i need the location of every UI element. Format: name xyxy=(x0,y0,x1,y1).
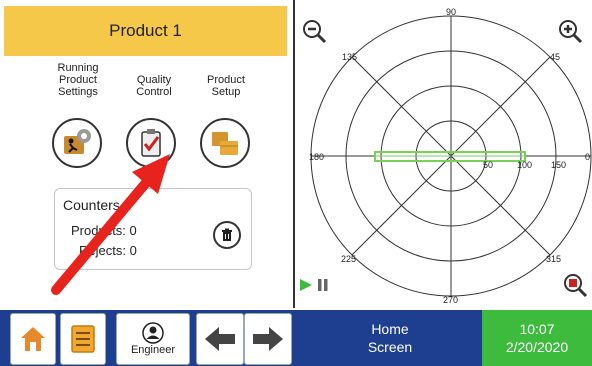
home-icon xyxy=(21,327,45,351)
angle-label-135: 135 xyxy=(342,52,357,62)
back-button[interactable] xyxy=(196,313,244,365)
quality-label-line-1: Quality xyxy=(136,74,172,86)
list-icon xyxy=(71,325,95,353)
product-header: Product 1 xyxy=(4,6,287,56)
red-arrow-icon xyxy=(51,154,170,295)
arrow-left-icon xyxy=(205,327,235,351)
angle-label-0: 0 xyxy=(585,152,590,162)
angle-label-270: 270 xyxy=(443,295,458,305)
playback-controls xyxy=(299,278,329,292)
running-product-settings-label: Running Product Settings xyxy=(50,62,106,98)
arrow-right-icon xyxy=(253,327,283,351)
home-button[interactable] xyxy=(10,313,56,365)
angle-label-90: 90 xyxy=(446,7,456,17)
running-label-line-3: Settings xyxy=(58,86,98,98)
forward-button[interactable] xyxy=(244,313,292,365)
product-setup-button[interactable] xyxy=(200,118,250,168)
zoom-out-icon[interactable] xyxy=(301,18,327,44)
angle-label-315: 315 xyxy=(546,254,561,264)
play-icon[interactable] xyxy=(299,278,313,292)
angle-label-45: 45 xyxy=(550,52,560,62)
home-screen-line-2: Screen xyxy=(367,339,413,355)
angle-label-180: 180 xyxy=(309,152,324,162)
radial-label-150: 150 xyxy=(551,160,566,170)
quality-control-label: Quality Control xyxy=(126,74,182,98)
quality-label-line-2: Control xyxy=(136,86,172,98)
setup-label-line-2: Setup xyxy=(211,86,241,98)
running-label-line-1: Running xyxy=(57,62,99,74)
clock-display: 10:07 2/20/2020 xyxy=(482,310,592,366)
engineer-label: Engineer xyxy=(130,344,176,356)
radial-label-50: 50 xyxy=(483,160,493,170)
polar-grid: 90 45 0 315 270 225 180 135 50 100 150 xyxy=(309,7,592,305)
clock-time: 10:07 xyxy=(519,321,555,337)
menu-list-button[interactable] xyxy=(60,313,106,365)
radial-label-100: 100 xyxy=(517,160,532,170)
trash-icon xyxy=(222,228,232,241)
reset-counters-button[interactable] xyxy=(213,221,241,249)
record-zoom-icon[interactable] xyxy=(562,272,588,298)
product-setup-label: Product Setup xyxy=(198,74,254,98)
home-screen-button[interactable]: Home Screen xyxy=(300,310,480,366)
zoom-in-icon[interactable] xyxy=(557,18,583,44)
user-icon xyxy=(142,322,164,344)
clock-date: 2/20/2020 xyxy=(505,339,569,355)
angle-label-225: 225 xyxy=(341,254,356,264)
boxes-icon xyxy=(212,132,238,155)
bottom-bar: Engineer Home Screen 10:07 2/20/2020 xyxy=(0,310,592,366)
polar-chart-panel: 90 45 0 315 270 225 180 135 50 100 150 xyxy=(293,0,592,308)
home-screen-line-1: Home xyxy=(371,321,409,337)
pause-icon[interactable] xyxy=(317,278,329,292)
product-title: Product 1 xyxy=(109,21,182,40)
setup-label-line-1: Product xyxy=(207,74,245,86)
running-label-line-2: Product xyxy=(59,74,97,86)
user-engineer-button[interactable]: Engineer xyxy=(116,313,190,365)
